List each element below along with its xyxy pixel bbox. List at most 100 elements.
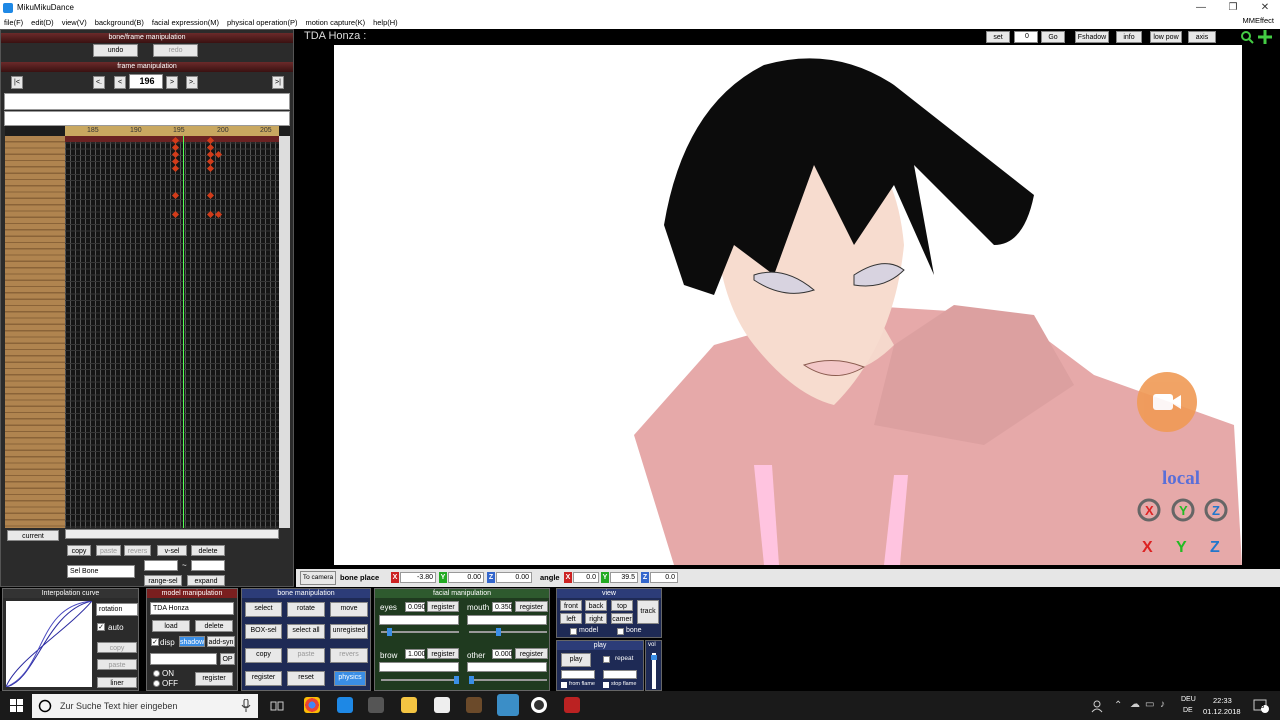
menu-background[interactable]: background(B) (91, 18, 148, 27)
fshadow-button[interactable]: Fshadow (1075, 31, 1109, 43)
keyframe[interactable] (214, 210, 223, 219)
view-back-button[interactable]: back (585, 600, 607, 611)
frame-number-input[interactable]: 196 (129, 74, 163, 89)
store-icon[interactable] (368, 697, 384, 713)
mouth-value-input[interactable]: 0.350 (492, 602, 513, 612)
view-front-button[interactable]: front (560, 600, 582, 611)
eyes-morph-select[interactable] (379, 615, 459, 625)
file-explorer-icon[interactable] (401, 697, 417, 713)
menu-mmeffect[interactable]: MMEffect (1242, 16, 1274, 25)
other-register-button[interactable]: register (515, 648, 548, 659)
selection-mode-select[interactable]: Sel Bone (67, 565, 135, 578)
bone-move-button[interactable]: move (330, 602, 368, 617)
eyes-slider[interactable] (381, 628, 459, 636)
other-morph-select[interactable] (467, 662, 547, 672)
play-button[interactable]: play (561, 653, 591, 667)
prev-key-button[interactable]: <. (93, 76, 105, 89)
volume-icon[interactable]: ♪ (1160, 699, 1165, 710)
brow-morph-select[interactable] (379, 662, 459, 672)
interp-paste-button[interactable]: paste (97, 659, 137, 670)
select-all-button[interactable]: select all (287, 624, 325, 639)
position-z-input[interactable]: 0.00 (496, 572, 532, 583)
model-register-button[interactable]: register (195, 672, 233, 686)
menu-physical-operation[interactable]: physical operation(P) (223, 18, 301, 27)
axis-button[interactable]: axis (1188, 31, 1216, 43)
tray-chevron-icon[interactable]: ⌃ (1114, 700, 1122, 711)
record-app-icon[interactable] (531, 697, 547, 713)
timeline-vertical-scrollbar[interactable] (279, 136, 290, 528)
3d-viewport[interactable]: local X Y Z X Y Z (334, 45, 1242, 565)
timeline[interactable]: 185 190 195 200 205 (5, 126, 290, 528)
on-radio[interactable] (153, 670, 160, 677)
bone-reset-button[interactable]: reset (287, 671, 325, 686)
bone-reverse-button[interactable]: revers (330, 648, 368, 663)
auto-checkbox[interactable]: ✓ (97, 623, 105, 631)
eyes-register-button[interactable]: register (427, 601, 459, 612)
stop-frame-input[interactable] (603, 670, 637, 679)
keyframe[interactable] (206, 191, 215, 200)
range-sel-button[interactable]: range-sel (144, 575, 182, 586)
range-end-input[interactable] (191, 560, 225, 571)
keyframe[interactable] (206, 210, 215, 219)
network-icon[interactable]: ▭ (1145, 699, 1154, 710)
from-frame-input[interactable] (561, 670, 595, 679)
app-icon-generic[interactable] (564, 697, 580, 713)
bone-copy-button[interactable]: copy (245, 648, 282, 663)
menu-view[interactable]: view(V) (58, 18, 91, 27)
to-camera-button[interactable]: To camera (300, 571, 336, 585)
angle-z-input[interactable]: 0.0 (650, 572, 678, 583)
low-power-button[interactable]: low pow (1150, 31, 1182, 43)
bone-list[interactable] (5, 136, 65, 528)
chrome-icon[interactable] (304, 697, 320, 713)
bone-register-button[interactable]: register (245, 671, 282, 686)
view-track-button[interactable]: track (637, 600, 659, 624)
keyframe[interactable] (206, 164, 215, 173)
current-button[interactable]: current (7, 530, 59, 541)
other-value-input[interactable]: 0.000 (492, 649, 513, 659)
volume-slider[interactable] (651, 653, 657, 689)
frame-goto-input[interactable]: 0 (1014, 31, 1038, 43)
set-button[interactable]: set (986, 31, 1010, 43)
shadow-button[interactable]: shadow (179, 636, 205, 647)
bone-rotate-button[interactable]: rotate (287, 602, 325, 617)
op-target-select[interactable] (150, 653, 217, 665)
reverse-frame-button[interactable]: revers (124, 545, 151, 556)
physics-button[interactable]: physics (334, 671, 366, 686)
view-right-button[interactable]: right (585, 613, 607, 624)
disp-checkbox[interactable]: ✓ (151, 638, 159, 646)
add-syn-button[interactable]: add-syn (207, 636, 235, 647)
mouth-slider[interactable] (469, 628, 547, 636)
axis-gizmo[interactable]: X Y Z X Y Z (1136, 497, 1234, 559)
info-button[interactable]: info (1116, 31, 1142, 43)
keyframe[interactable] (171, 191, 180, 200)
angle-y-input[interactable]: 39.5 (610, 572, 638, 583)
op-button[interactable]: OP (220, 653, 235, 665)
move-view-icon[interactable] (1258, 30, 1272, 44)
timeline-horizontal-scrollbar[interactable] (65, 529, 279, 539)
first-frame-button[interactable]: |< (11, 76, 23, 89)
menu-file[interactable]: file(F) (0, 18, 27, 27)
expand-button[interactable]: expand (187, 575, 225, 586)
off-radio[interactable] (153, 680, 160, 687)
mikumikudance-taskbar-icon[interactable] (497, 694, 519, 716)
task-view-icon[interactable] (270, 699, 284, 713)
model-view-checkbox[interactable] (570, 628, 577, 635)
minecraft-icon[interactable] (466, 697, 482, 713)
mouth-register-button[interactable]: register (515, 601, 548, 612)
interp-copy-button[interactable]: copy (97, 642, 137, 653)
keyframe[interactable] (171, 164, 180, 173)
repeat-checkbox[interactable] (603, 656, 610, 663)
mail-icon[interactable] (434, 697, 450, 713)
taskbar-search-input[interactable]: Zur Suche Text hier eingeben (32, 694, 258, 718)
keyframe[interactable] (171, 210, 180, 219)
language-label[interactable]: DEU (1181, 696, 1196, 703)
windows-start-icon[interactable] (10, 699, 24, 713)
interpolation-curve-editor[interactable] (6, 601, 92, 687)
edge-icon[interactable] (337, 697, 353, 713)
liner-button[interactable]: liner (97, 677, 137, 688)
load-model-button[interactable]: load (152, 620, 190, 632)
interpolation-type-select[interactable]: rotation (96, 603, 138, 616)
microphone-icon[interactable] (241, 699, 251, 713)
menu-help[interactable]: help(H) (369, 18, 402, 27)
clock-time[interactable]: 22:33 (1213, 696, 1232, 705)
